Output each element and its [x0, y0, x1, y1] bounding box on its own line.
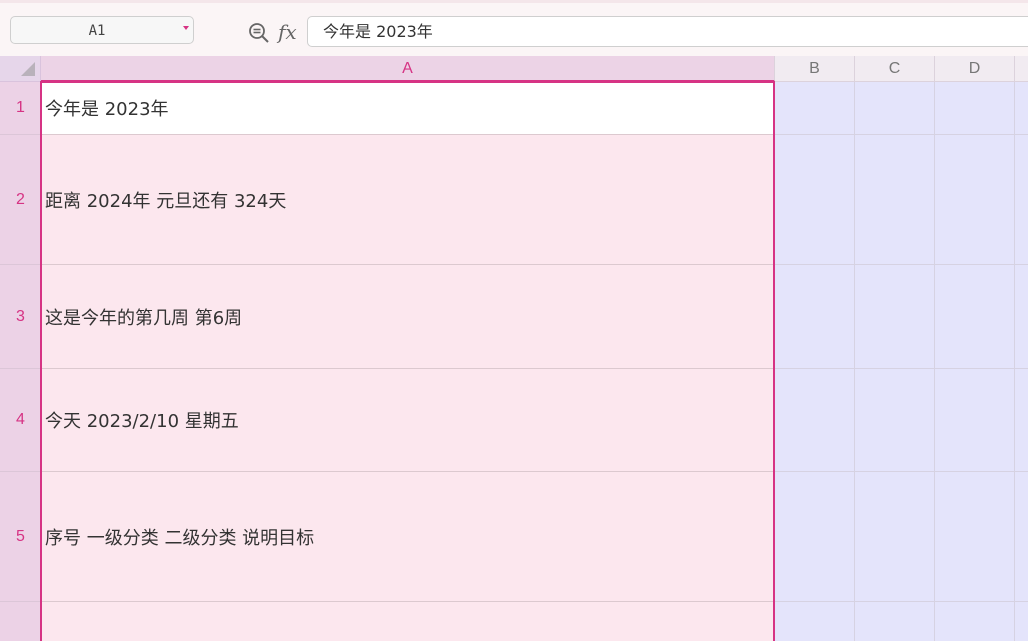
spreadsheet-app: A1 fx 今年是 2023年 A B C D 1 2 3 4 5 今年是 20…: [0, 0, 1028, 641]
cell-a1[interactable]: 今年是 2023年: [41, 82, 775, 135]
cell-a4[interactable]: 今天 2023/2/10 星期五: [41, 369, 775, 472]
cell-d3[interactable]: [935, 265, 1015, 369]
cell-e4[interactable]: [1015, 369, 1028, 472]
cell-e1[interactable]: [1015, 82, 1028, 135]
cell-a5[interactable]: 序号 一级分类 二级分类 说明目标: [41, 472, 775, 602]
column-header-c[interactable]: C: [855, 56, 935, 82]
row-header-2[interactable]: 2: [0, 135, 41, 265]
row-header-1[interactable]: 1: [0, 82, 41, 135]
column-header-d[interactable]: D: [935, 56, 1015, 82]
cell-b6[interactable]: [775, 602, 855, 641]
column-header-e[interactable]: [1015, 56, 1028, 82]
cell-c4[interactable]: [855, 369, 935, 472]
cell-e2[interactable]: [1015, 135, 1028, 265]
cell-b5[interactable]: [775, 472, 855, 602]
cell-d1[interactable]: [935, 82, 1015, 135]
cell-c1[interactable]: [855, 82, 935, 135]
cell-e5[interactable]: [1015, 472, 1028, 602]
cell-c3[interactable]: [855, 265, 935, 369]
cell-text: 距离 2024年 元旦还有 324天: [45, 190, 287, 212]
cell-b2[interactable]: [775, 135, 855, 265]
cell-c5[interactable]: [855, 472, 935, 602]
row-number: 4: [16, 411, 25, 428]
function-icon[interactable]: fx: [278, 18, 297, 46]
formula-input[interactable]: 今年是 2023年: [307, 16, 1028, 47]
column-header-b[interactable]: B: [775, 56, 855, 82]
row-header-5[interactable]: 5: [0, 472, 41, 602]
cell-a3[interactable]: 这是今年的第几周 第6周: [41, 265, 775, 369]
name-box-value: A1: [88, 23, 106, 39]
row-header-6[interactable]: [0, 602, 41, 641]
cell-b3[interactable]: [775, 265, 855, 369]
cell-text: 今年是 2023年: [45, 99, 169, 120]
cell-text: 序号 一级分类 二级分类 说明目标: [45, 527, 315, 549]
cell-grid: 今年是 2023年 距离 2024年 元旦还有 324天 这是今年的第几周 第6…: [41, 82, 1028, 641]
chevron-down-icon[interactable]: [183, 26, 189, 30]
cell-e6[interactable]: [1015, 602, 1028, 641]
row-number: 2: [16, 190, 25, 208]
select-all-icon: [21, 62, 35, 76]
cell-b1[interactable]: [775, 82, 855, 135]
cell-c6[interactable]: [855, 602, 935, 641]
cell-c2[interactable]: [855, 135, 935, 265]
cell-d4[interactable]: [935, 369, 1015, 472]
cell-text: 这是今年的第几周 第6周: [45, 307, 243, 329]
column-header-a[interactable]: A: [41, 56, 775, 82]
name-box[interactable]: A1: [10, 16, 194, 44]
cell-d6[interactable]: [935, 602, 1015, 641]
row-header-4[interactable]: 4: [0, 369, 41, 472]
cell-text: 今天 2023/2/10 星期五: [45, 411, 239, 432]
select-all-corner[interactable]: [0, 56, 41, 82]
cell-e3[interactable]: [1015, 265, 1028, 369]
cell-d5[interactable]: [935, 472, 1015, 602]
cell-b4[interactable]: [775, 369, 855, 472]
cell-a2[interactable]: 距离 2024年 元旦还有 324天: [41, 135, 775, 265]
row-number: 3: [16, 307, 25, 325]
zoom-formula-icon[interactable]: [248, 22, 270, 44]
formula-bar: A1 fx 今年是 2023年: [0, 0, 1028, 56]
row-number: 1: [16, 99, 25, 116]
row-header-3[interactable]: 3: [0, 265, 41, 369]
row-number: 5: [16, 527, 25, 545]
cell-d2[interactable]: [935, 135, 1015, 265]
cell-a6[interactable]: [41, 602, 775, 641]
